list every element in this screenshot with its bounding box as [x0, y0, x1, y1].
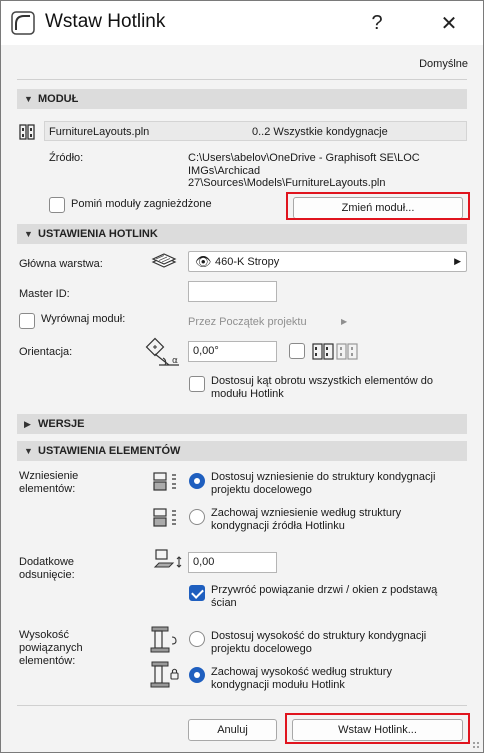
rotation-angle-icon: α: [145, 337, 183, 370]
help-button[interactable]: ?: [359, 7, 395, 39]
restore-link-checkbox[interactable]: [189, 585, 205, 601]
section-versions-title: WERSJE: [38, 418, 85, 430]
height-adjust-line: projektu docelowego: [211, 643, 312, 655]
restore-link-line: ścian: [211, 597, 237, 609]
cancel-button[interactable]: Anuluj: [188, 719, 277, 741]
height-adjust-label: Dostosuj wysokość do struktury kondygnac…: [211, 630, 426, 656]
elevation-keep-label: Zachowaj wzniesienie według struktury ko…: [211, 507, 401, 533]
elevation-label-line: elementów:: [19, 483, 76, 495]
master-id-input[interactable]: [188, 281, 277, 302]
orientation-input[interactable]: 0,00°: [188, 341, 277, 362]
section-hotlink-title: USTAWIENIA HOTLINK: [38, 228, 158, 240]
adjust-rotation-line: Dostosuj kąt obrotu wszystkich elementów…: [211, 375, 433, 387]
height-keep-line: kondygnacji modułu Hotlink: [211, 679, 345, 691]
footer-divider: [17, 705, 467, 706]
section-element-settings-title: USTAWIENIA ELEMENTÓW: [38, 445, 181, 457]
align-module-option[interactable]: Przez Początek projektu: [188, 316, 307, 328]
window-title: Wstaw Hotlink: [45, 11, 166, 32]
height-label-line: Wysokość: [19, 629, 70, 641]
source-path-line: IMGs\Archicad: [188, 164, 261, 177]
source-path-line: C:\Users\abelov\OneDrive - Graphisoft SE…: [188, 152, 420, 164]
elevation-keep-line: kondygnacji źródła Hotlinku: [211, 520, 345, 532]
elevation-adjust-line: Dostosuj wzniesienie do struktury kondyg…: [211, 471, 436, 483]
height-adjust-line: Dostosuj wysokość do struktury kondygnac…: [211, 630, 427, 642]
source-path: C:\Users\abelov\OneDrive - Graphisoft SE…: [188, 152, 420, 190]
elevation-adjust-radio[interactable]: [189, 473, 205, 489]
restore-link-line: Przywróć powiązanie drzwi / okien z pods…: [211, 584, 438, 596]
expand-triangle-icon: ▶: [24, 418, 31, 429]
dialog-window: Wstaw Hotlink ? ✕ Domyślne ▼ MODUŁ Furni…: [0, 0, 484, 753]
module-stories: 0..2 Wszystkie kondygnacje: [252, 126, 388, 138]
elevation-keep-radio[interactable]: [189, 509, 205, 525]
height-keep-radio[interactable]: [189, 667, 205, 683]
height-label-line: elementów:: [19, 655, 76, 667]
highlight-box: [285, 713, 470, 744]
height-keep-label: Zachowaj wysokość według struktury kondy…: [211, 666, 392, 692]
height-label-line: powiązanych: [19, 642, 83, 654]
resize-grip-icon[interactable]: [472, 741, 480, 749]
source-path-line: 27\Sources\Models\FurnitureLayouts.pln: [188, 177, 386, 189]
collapse-triangle-icon: ▼: [24, 446, 33, 456]
defaults-link[interactable]: Domyślne: [419, 58, 468, 70]
elevation-adjust-icon: [151, 470, 181, 497]
elevation-adjust-label: Dostosuj wzniesienie do struktury kondyg…: [211, 471, 435, 497]
eye-icon: 👁: [195, 254, 212, 269]
collapse-triangle-icon: ▼: [24, 229, 33, 239]
adjust-rotation-line: modułu Hotlink: [211, 388, 284, 400]
chevron-right-icon: ▶: [454, 256, 461, 266]
section-module-header[interactable]: ▼ MODUŁ: [17, 89, 467, 109]
height-keep-icon: [149, 660, 181, 691]
section-element-settings-header[interactable]: ▼ USTAWIENIA ELEMENTÓW: [17, 441, 467, 461]
main-layer-label: Główna warstwa:: [19, 258, 103, 270]
main-layer-select[interactable]: 👁 460-K Stropy ▶: [188, 251, 467, 272]
offset-icon: [153, 547, 185, 574]
elevation-label: Wzniesienie elementów:: [19, 470, 78, 496]
align-module-label: Wyrównaj moduł:: [41, 313, 126, 325]
height-label: Wysokość powiązanych elementów:: [19, 629, 83, 668]
chevron-right-icon: ▶: [341, 317, 348, 326]
dialog-content: Domyślne ▼ MODUŁ FurnitureLayouts.pln 0.…: [1, 45, 483, 752]
skip-nested-label: Pomiń moduły zagnieżdżone: [71, 198, 212, 210]
mirror-checkbox[interactable]: [289, 343, 305, 359]
height-adjust-icon: [149, 625, 181, 656]
restore-link-label: Przywróć powiązanie drzwi / okien z pods…: [211, 584, 437, 610]
module-file-icon: [19, 122, 37, 143]
adjust-rotation-checkbox[interactable]: [189, 376, 205, 392]
divider: [17, 79, 467, 80]
elevation-adjust-line: projektu docelowego: [211, 484, 312, 496]
elevation-keep-icon: [151, 506, 181, 533]
offset-label: Dodatkowe odsunięcie:: [19, 556, 75, 582]
module-file-name: FurnitureLayouts.pln: [49, 126, 150, 138]
main-layer-value: 460-K Stropy: [215, 256, 280, 268]
collapse-triangle-icon: ▼: [24, 94, 33, 104]
height-keep-line: Zachowaj wysokość według struktury: [211, 666, 392, 678]
offset-label-line: odsunięcie:: [19, 569, 75, 581]
align-module-checkbox[interactable]: [19, 313, 35, 329]
master-id-label: Master ID:: [19, 288, 70, 300]
archicad-arc-icon: [11, 11, 35, 35]
elevation-label-line: Wzniesienie: [19, 470, 79, 482]
elevation-keep-line: Zachowaj wzniesienie według struktury: [211, 507, 402, 519]
offset-input[interactable]: 0,00: [188, 552, 277, 573]
svg-text:α: α: [172, 356, 178, 366]
offset-label-line: Dodatkowe: [19, 556, 75, 568]
skip-nested-checkbox[interactable]: [49, 197, 65, 213]
section-module-title: MODUŁ: [38, 93, 79, 105]
title-bar[interactable]: Wstaw Hotlink ? ✕: [1, 1, 483, 45]
orientation-label: Orientacja:: [19, 346, 73, 358]
section-hotlink-settings-header[interactable]: ▼ USTAWIENIA HOTLINK: [17, 224, 467, 244]
source-label: Źródło:: [49, 152, 84, 164]
section-versions-header[interactable]: ▶ WERSJE: [17, 414, 467, 434]
close-button[interactable]: ✕: [431, 7, 467, 39]
mirror-module-icon: [311, 341, 359, 364]
height-adjust-radio[interactable]: [189, 631, 205, 647]
layer-stack-icon: [151, 252, 177, 273]
highlight-box: [286, 192, 470, 220]
adjust-rotation-label: Dostosuj kąt obrotu wszystkich elementów…: [211, 375, 433, 401]
